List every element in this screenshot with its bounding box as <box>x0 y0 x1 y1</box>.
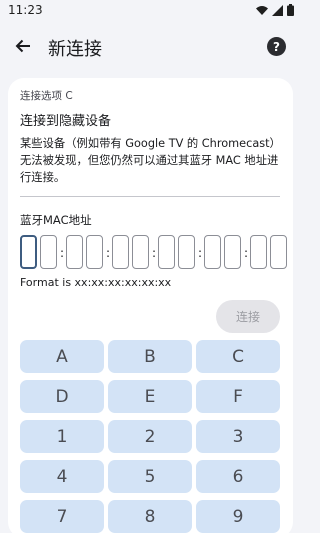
key-3[interactable]: 3 <box>196 420 280 453</box>
key-5[interactable]: 5 <box>108 460 192 493</box>
key-8[interactable]: 8 <box>108 500 192 533</box>
mac-separator: : <box>105 246 111 260</box>
page-title: 新连接 <box>48 39 102 60</box>
format-hint: Format is xx:xx:xx:xx:xx:xx <box>20 276 172 289</box>
mac-separator: : <box>151 246 157 260</box>
card-description: 某些设备（例如带有 Google TV 的 Chromecast）无法被发现，但… <box>20 137 281 184</box>
mac-address-label: 蓝牙MAC地址 <box>20 213 92 227</box>
mac-digit-input[interactable] <box>204 235 221 269</box>
status-bar: 11:23 <box>0 0 300 22</box>
mac-digit-input[interactable] <box>178 235 195 269</box>
option-label: 连接选项 C <box>20 90 73 102</box>
help-button[interactable]: ? <box>267 37 286 56</box>
key-f[interactable]: F <box>196 380 280 413</box>
connect-button-label: 连接 <box>235 310 260 324</box>
mac-digit-input[interactable] <box>66 235 83 269</box>
connect-button[interactable]: 连接 <box>216 300 280 333</box>
key-7[interactable]: 7 <box>20 500 104 533</box>
card-title: 连接到隐藏设备 <box>20 114 112 129</box>
key-d[interactable]: D <box>20 380 104 413</box>
mac-separator: : <box>197 246 203 260</box>
key-a[interactable]: A <box>20 340 104 373</box>
mac-digit-input[interactable] <box>270 235 287 269</box>
key-6[interactable]: 6 <box>196 460 280 493</box>
mac-separator: : <box>243 246 249 260</box>
key-9[interactable]: 9 <box>196 500 280 533</box>
status-time: 11:23 <box>8 3 43 17</box>
divider <box>20 196 280 197</box>
app-bar: 新连接 ? <box>0 24 300 70</box>
mac-digit-input[interactable] <box>132 235 149 269</box>
connect-hidden-device-card: 连接选项 C 连接到隐藏设备 某些设备（例如带有 Google TV 的 Chr… <box>8 78 293 533</box>
key-c[interactable]: C <box>196 340 280 373</box>
mac-digit-input[interactable] <box>158 235 175 269</box>
mac-digit-input[interactable] <box>20 235 37 269</box>
wifi-icon <box>256 5 268 15</box>
key-4[interactable]: 4 <box>20 460 104 493</box>
back-button[interactable] <box>12 35 34 57</box>
battery-icon <box>287 4 294 16</box>
status-icons <box>256 4 294 16</box>
key-2[interactable]: 2 <box>108 420 192 453</box>
help-icon: ? <box>273 39 280 54</box>
key-e[interactable]: E <box>108 380 192 413</box>
mac-digit-input[interactable] <box>86 235 103 269</box>
mac-digit-input[interactable] <box>250 235 267 269</box>
key-1[interactable]: 1 <box>20 420 104 453</box>
mac-digit-input[interactable] <box>112 235 129 269</box>
arrow-back-icon <box>15 39 30 53</box>
mac-digit-input[interactable] <box>40 235 57 269</box>
mac-digit-input[interactable] <box>224 235 241 269</box>
mac-separator: : <box>59 246 65 260</box>
signal-icon <box>272 4 283 16</box>
key-b[interactable]: B <box>108 340 192 373</box>
